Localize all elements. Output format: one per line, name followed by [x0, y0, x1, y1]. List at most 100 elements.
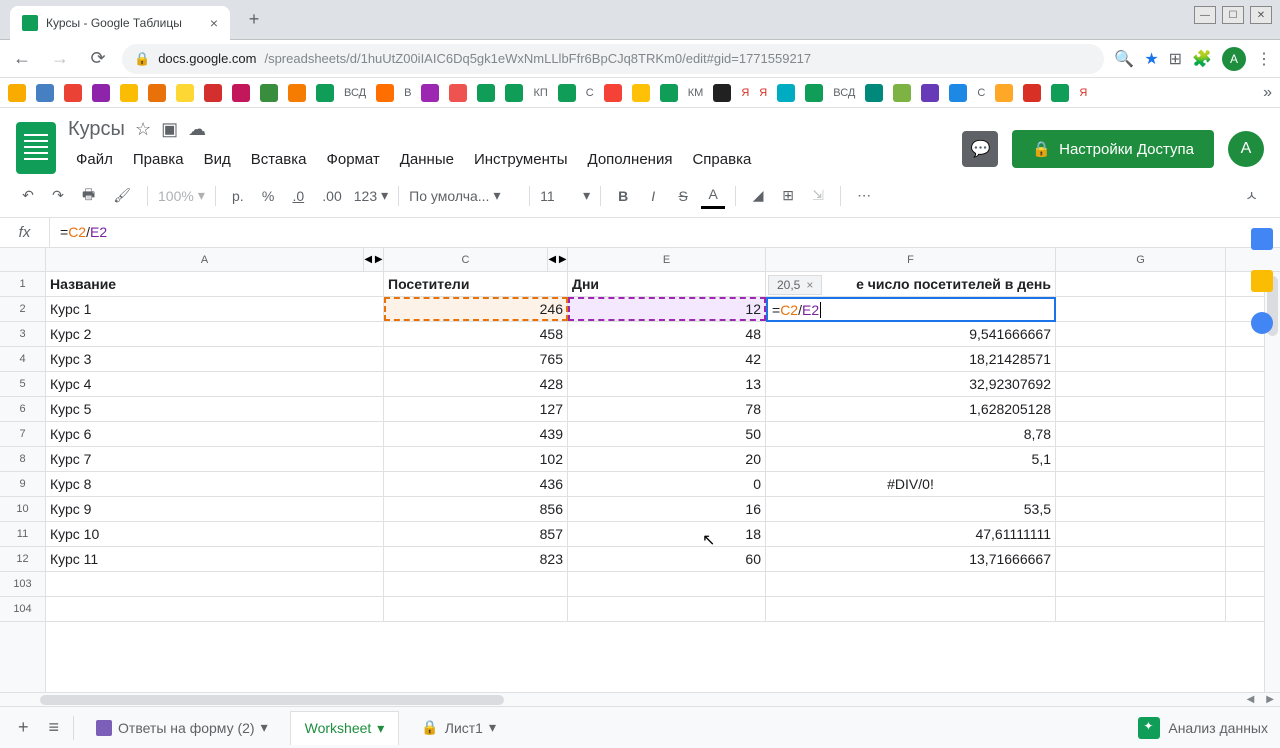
cloud-icon[interactable]: ☁ [188, 119, 206, 140]
profile-avatar[interactable]: А [1222, 47, 1246, 71]
cell[interactable] [1056, 397, 1226, 421]
bookmark-icon[interactable] [558, 84, 576, 102]
column-group-toggle[interactable]: ◀ ▶ [548, 248, 568, 271]
cell[interactable]: Курс 11 [46, 547, 384, 571]
col-header-c[interactable]: C [384, 248, 548, 271]
cell[interactable]: Курс 8 [46, 472, 384, 496]
bookmark-icon[interactable] [8, 84, 26, 102]
cell-error[interactable]: #DIV/0! [766, 472, 1056, 496]
cell[interactable]: Название [46, 272, 384, 296]
col-header-e[interactable]: E [568, 248, 766, 271]
vertical-scrollbar[interactable] [1264, 272, 1280, 692]
bookmark-icon[interactable] [376, 84, 394, 102]
paint-format-button[interactable]: 🖌 [107, 183, 137, 208]
col-header-g[interactable]: G [1056, 248, 1226, 271]
calendar-icon[interactable] [1251, 228, 1273, 250]
cell[interactable] [1056, 372, 1226, 396]
bookmark-icon[interactable] [1023, 84, 1041, 102]
cell[interactable]: 53,5 [766, 497, 1056, 521]
cell[interactable]: 42 [568, 347, 766, 371]
font-dropdown[interactable]: По умолча... ▾ [409, 187, 519, 204]
formula-input[interactable]: =C2/E2 [50, 224, 1280, 242]
star-icon[interactable]: ☆ [135, 119, 151, 140]
bookmark-label[interactable]: Я [759, 87, 767, 99]
cell[interactable] [1056, 522, 1226, 546]
format-dropdown[interactable]: 123 ▾ [354, 187, 388, 204]
cell[interactable]: Курс 4 [46, 372, 384, 396]
horizontal-scrollbar[interactable]: ◀ ▶ [0, 692, 1280, 706]
row-header[interactable]: 3 [0, 322, 45, 347]
cell[interactable]: 856 [384, 497, 568, 521]
cell[interactable]: 102 [384, 447, 568, 471]
bookmark-icon[interactable] [288, 84, 306, 102]
bookmark-label[interactable]: С [586, 87, 594, 99]
bookmark-icon[interactable] [92, 84, 110, 102]
cell[interactable]: 16 [568, 497, 766, 521]
bookmark-label[interactable]: В [404, 87, 411, 99]
text-color-button[interactable]: A [701, 182, 725, 209]
sheet-tab[interactable]: 🔒 Лист1 ▾ [407, 711, 510, 744]
share-button[interactable]: 🔒 Настройки Доступа [1012, 130, 1214, 168]
bookmark-icon[interactable] [865, 84, 883, 102]
minimize-button[interactable]: — [1194, 6, 1216, 24]
menu-format[interactable]: Формат [318, 147, 387, 172]
cell[interactable] [1056, 572, 1226, 596]
bookmark-label[interactable]: ВСД [833, 87, 855, 99]
bold-button[interactable]: B [611, 184, 635, 208]
forward-button[interactable]: → [46, 45, 74, 73]
close-icon[interactable]: × [806, 278, 813, 292]
zoom-icon[interactable]: 🔍 [1114, 49, 1134, 69]
cell[interactable]: Посетители [384, 272, 568, 296]
cell[interactable]: 428 [384, 372, 568, 396]
menu-file[interactable]: Файл [68, 147, 121, 172]
cell[interactable] [46, 572, 384, 596]
bookmark-icon[interactable] [505, 84, 523, 102]
bookmark-icon[interactable] [949, 84, 967, 102]
bookmark-icon[interactable] [604, 84, 622, 102]
row-header[interactable]: 6 [0, 397, 45, 422]
menu-edit[interactable]: Правка [125, 147, 192, 172]
comments-button[interactable]: 💬 [962, 131, 998, 167]
bookmark-icon[interactable] [64, 84, 82, 102]
active-cell-editor[interactable]: =C2/E2 [766, 297, 1056, 322]
cell[interactable]: 765 [384, 347, 568, 371]
cell[interactable] [46, 597, 384, 621]
cell[interactable]: Дни [568, 272, 766, 296]
bookmark-icon[interactable] [316, 84, 334, 102]
bookmark-icon[interactable] [204, 84, 222, 102]
percent-button[interactable]: % [256, 184, 280, 208]
cell[interactable]: 13 [568, 372, 766, 396]
keep-icon[interactable] [1251, 270, 1273, 292]
bookmark-icon[interactable] [893, 84, 911, 102]
bookmark-label[interactable]: Я [741, 87, 749, 99]
zoom-dropdown[interactable]: 100% ▾ [158, 187, 205, 204]
bookmark-label[interactable]: КП [533, 87, 547, 99]
bookmark-icon[interactable] [632, 84, 650, 102]
cell[interactable]: Курс 7 [46, 447, 384, 471]
bookmark-icon[interactable] [660, 84, 678, 102]
bookmark-icon[interactable] [449, 84, 467, 102]
cell[interactable]: Курс 1 [46, 297, 384, 321]
col-header-f[interactable]: F [766, 248, 1056, 271]
close-window-button[interactable]: ✕ [1250, 6, 1272, 24]
cell[interactable]: 18,21428571 [766, 347, 1056, 371]
row-header[interactable]: ▲12 [0, 547, 45, 572]
bookmark-icon[interactable] [36, 84, 54, 102]
bookmark-icon[interactable] [805, 84, 823, 102]
add-sheet-button[interactable]: + [12, 711, 35, 744]
cell[interactable]: 8,78 [766, 422, 1056, 446]
sheet-tab-active[interactable]: Worksheet ▾ [290, 711, 400, 745]
bookmark-icon[interactable] [777, 84, 795, 102]
cell[interactable] [1056, 347, 1226, 371]
cell[interactable] [568, 597, 766, 621]
col-header-a[interactable]: A [46, 248, 364, 271]
print-button[interactable]: 🖶 [76, 180, 101, 212]
cell[interactable] [766, 597, 1056, 621]
user-avatar[interactable]: А [1228, 131, 1264, 167]
maximize-button[interactable]: ☐ [1222, 6, 1244, 24]
cell[interactable]: 9,541666667 [766, 322, 1056, 346]
more-button[interactable]: ⋯ [851, 183, 877, 208]
cell[interactable]: 0 [568, 472, 766, 496]
cell[interactable]: 50 [568, 422, 766, 446]
cell[interactable]: Курс 3 [46, 347, 384, 371]
